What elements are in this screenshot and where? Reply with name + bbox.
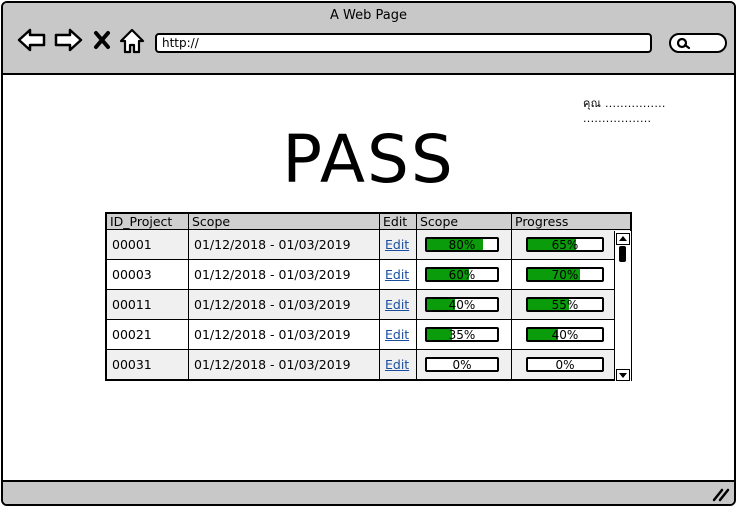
scope-progress-bar: 80%	[425, 237, 499, 252]
progress-label: 40%	[551, 328, 579, 342]
scroll-up-icon[interactable]	[616, 233, 630, 245]
column-header-scope-dates: Scope	[188, 212, 380, 230]
window-title: A Web Page	[330, 8, 407, 23]
progress-bar: 40%	[526, 327, 604, 342]
scroll-down-icon[interactable]	[616, 369, 630, 381]
forward-button[interactable]	[53, 27, 83, 53]
cell-scope-dates: 01/12/2018 - 01/03/2019	[188, 229, 380, 260]
column-header-edit: Edit	[379, 212, 417, 230]
scope-progress-label: 0%	[452, 358, 472, 372]
table-row: 00011 01/12/2018 - 01/03/2019 Edit 40% 55%	[105, 289, 632, 320]
progress-label: 55%	[551, 298, 579, 312]
progress-bar: 0%	[526, 357, 604, 372]
progress-label: 65%	[551, 238, 579, 252]
scope-progress-bar: 0%	[425, 357, 499, 372]
cell-project-id: 00011	[105, 289, 189, 320]
edit-link[interactable]: Edit	[385, 297, 409, 312]
close-icon	[94, 31, 110, 49]
cell-scope-bar: 35%	[416, 319, 512, 350]
progress-label: 0%	[555, 358, 575, 372]
table-header-row: ID_Project Scope Edit Scope Progress	[105, 212, 632, 230]
progress-bar: 55%	[526, 297, 604, 312]
column-header-progress: Progress	[511, 212, 632, 230]
cell-scope-dates: 01/12/2018 - 01/03/2019	[188, 349, 380, 381]
cell-scope-dates: 01/12/2018 - 01/03/2019	[188, 259, 380, 290]
progress-bar: 70%	[526, 267, 604, 282]
cell-project-id: 00003	[105, 259, 189, 290]
table-row: 00021 01/12/2018 - 01/03/2019 Edit 35% 40%	[105, 319, 632, 350]
cell-edit: Edit	[379, 259, 417, 290]
scope-progress-label: 60%	[448, 268, 476, 282]
browser-toolbar: A Web Page http://	[3, 3, 734, 75]
cell-scope-dates: 01/12/2018 - 01/03/2019	[188, 319, 380, 350]
table-row: 00003 01/12/2018 - 01/03/2019 Edit 60% 70%	[105, 259, 632, 290]
scope-progress-label: 40%	[448, 298, 476, 312]
scope-progress-label: 80%	[448, 238, 476, 252]
scope-progress-label: 35%	[448, 328, 476, 342]
edit-link[interactable]: Edit	[385, 327, 409, 342]
scope-progress-bar: 40%	[425, 297, 499, 312]
scope-progress-bar: 35%	[425, 327, 499, 342]
arrow-left-icon	[17, 28, 46, 52]
resize-grip-icon[interactable]	[710, 486, 730, 502]
cell-edit: Edit	[379, 319, 417, 350]
cell-scope-bar: 60%	[416, 259, 512, 290]
column-header-scope-progress: Scope	[416, 212, 512, 230]
scroll-thumb[interactable]	[619, 246, 626, 262]
column-header-id: ID_Project	[105, 212, 189, 230]
cell-project-id: 00001	[105, 229, 189, 260]
table-row: 00031 01/12/2018 - 01/03/2019 Edit 0% 0%	[105, 349, 632, 381]
edit-link[interactable]: Edit	[385, 237, 409, 252]
home-icon	[119, 28, 145, 54]
table-row: 00001 01/12/2018 - 01/03/2019 Edit 80% 65%	[105, 229, 632, 260]
back-button[interactable]	[17, 27, 47, 53]
progress-label: 70%	[551, 268, 579, 282]
cell-scope-bar: 40%	[416, 289, 512, 320]
edit-link[interactable]: Edit	[385, 357, 409, 372]
search-box[interactable]	[669, 33, 727, 53]
table-scrollbar[interactable]	[614, 231, 631, 381]
scope-progress-bar: 60%	[425, 267, 499, 282]
cell-scope-dates: 01/12/2018 - 01/03/2019	[188, 289, 380, 320]
page-title: PASS	[282, 121, 455, 198]
cell-edit: Edit	[379, 289, 417, 320]
search-icon	[676, 37, 691, 50]
project-table: ID_Project Scope Edit Scope Progress 000…	[105, 212, 632, 381]
progress-bar: 65%	[526, 237, 604, 252]
address-bar[interactable]: http://	[155, 33, 652, 53]
cell-project-id: 00031	[105, 349, 189, 381]
cell-project-id: 00021	[105, 319, 189, 350]
cell-edit: Edit	[379, 229, 417, 260]
status-bar	[3, 480, 734, 504]
home-button[interactable]	[118, 27, 146, 54]
cell-edit: Edit	[379, 349, 417, 381]
cell-scope-bar: 0%	[416, 349, 512, 381]
edit-link[interactable]: Edit	[385, 267, 409, 282]
stop-button[interactable]	[91, 27, 113, 53]
cell-scope-bar: 80%	[416, 229, 512, 260]
arrow-right-icon	[54, 28, 83, 52]
